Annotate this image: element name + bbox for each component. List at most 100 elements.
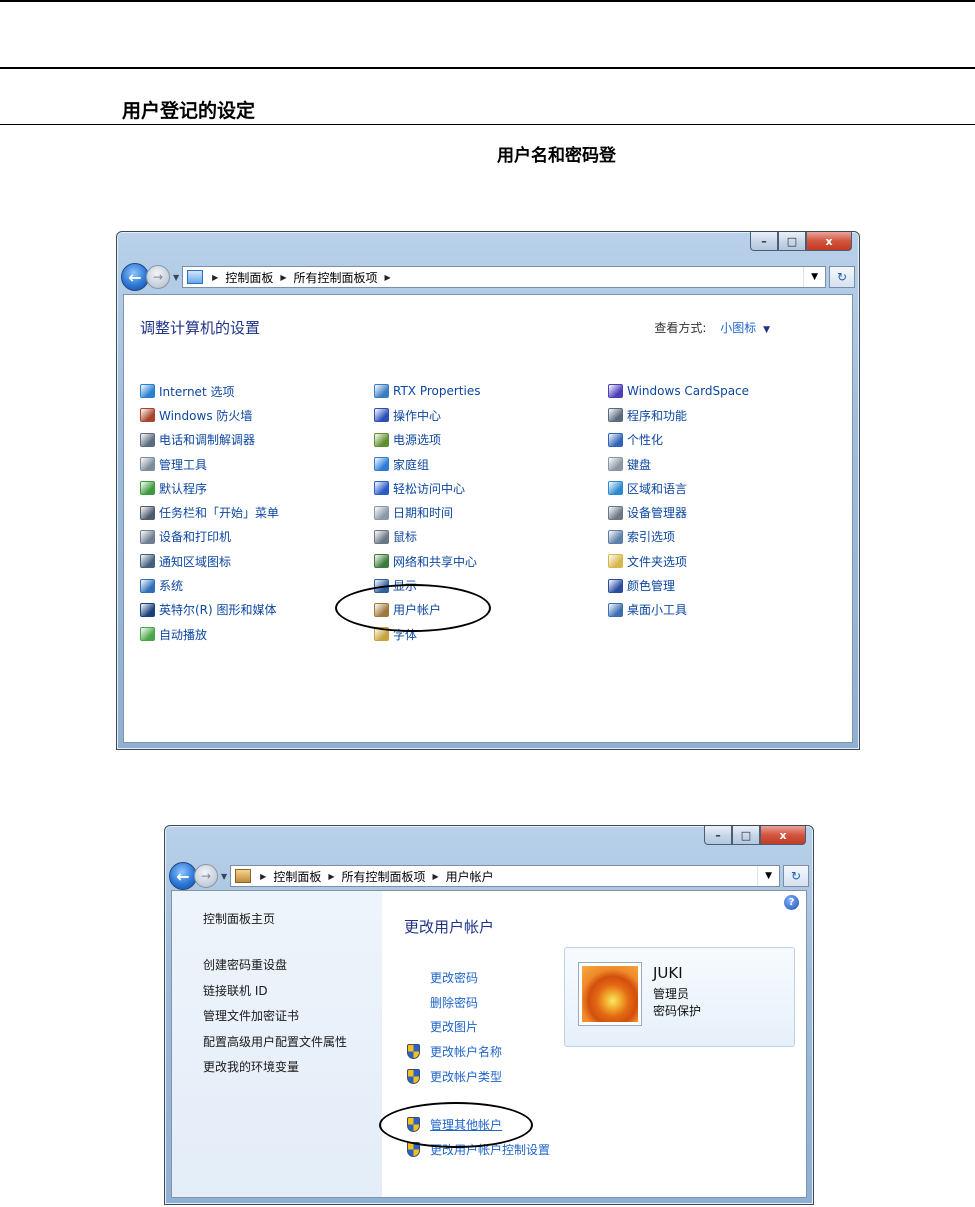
- breadcrumb-control-panel[interactable]: 控制面板: [225, 269, 273, 286]
- change-password-link[interactable]: 更改密码: [407, 965, 550, 990]
- control-panel-item[interactable]: 显示: [374, 573, 604, 597]
- control-panel-item[interactable]: 网络和共享中心: [374, 549, 604, 573]
- forward-button[interactable]: →: [194, 864, 218, 888]
- control-panel-item[interactable]: 区域和语言: [608, 476, 838, 500]
- control-panel-item[interactable]: RTX Properties: [374, 379, 604, 403]
- change-account-type-link[interactable]: 更改帐户类型: [407, 1064, 550, 1089]
- control-panel-item[interactable]: 轻松访问中心: [374, 476, 604, 500]
- breadcrumb-user-accounts[interactable]: 用户帐户: [446, 868, 494, 885]
- section-title: 用户登记的设定: [122, 100, 256, 122]
- control-panel-item[interactable]: 设备和打印机: [140, 525, 370, 549]
- breadcrumb-separator-icon[interactable]: ▶: [280, 273, 286, 282]
- breadcrumb-separator-icon[interactable]: ▶: [212, 273, 218, 282]
- control-panel-item[interactable]: 设备管理器: [608, 500, 838, 524]
- gadgets-icon: [608, 602, 623, 617]
- manage-other-accounts-link[interactable]: 管理其他帐户: [407, 1112, 550, 1137]
- control-panel-item[interactable]: 鼠标: [374, 525, 604, 549]
- control-panel-item-label: 轻松访问中心: [393, 481, 466, 496]
- control-panel-item[interactable]: 管理工具: [140, 452, 370, 476]
- control-panel-home-link[interactable]: 控制面板主页: [203, 910, 275, 927]
- breadcrumb-separator-icon[interactable]: ▶: [433, 872, 439, 881]
- caption-buttons: – □ x: [704, 826, 806, 845]
- remove-password-link[interactable]: 删除密码: [407, 990, 550, 1015]
- view-by: 查看方式: 小图标 ▼: [654, 319, 770, 336]
- control-panel-item[interactable]: 字体: [374, 622, 604, 646]
- taskbar-icon: [140, 505, 155, 520]
- back-arrow-icon: ←: [176, 866, 190, 886]
- control-panel-item[interactable]: 默认程序: [140, 476, 370, 500]
- minimize-button[interactable]: –: [750, 232, 778, 251]
- change-account-name-link[interactable]: 更改帐户名称: [407, 1039, 550, 1064]
- address-dropdown-icon[interactable]: ▼: [757, 866, 779, 886]
- recent-pages-dropdown-icon[interactable]: ▼: [173, 273, 179, 282]
- breadcrumb-separator-icon[interactable]: ▶: [385, 273, 391, 282]
- control-panel-window: – □ x ← → ▼ ▶ 控制面板 ▶ 所有控制面板项 ▶ ▼ ↻ 调整计算机…: [116, 231, 860, 750]
- control-panel-item-label: 文件夹选项: [627, 554, 688, 569]
- back-button[interactable]: ←: [169, 862, 197, 890]
- address-dropdown-icon[interactable]: ▼: [803, 267, 825, 287]
- maximize-button[interactable]: □: [732, 826, 760, 845]
- control-panel-item[interactable]: 索引选项: [608, 525, 838, 549]
- uac-settings-link[interactable]: 更改用户帐户控制设置: [407, 1137, 550, 1162]
- user-card[interactable]: JUKI 管理员 密码保护: [564, 947, 795, 1047]
- control-panel-item[interactable]: Windows 防火墙: [140, 403, 370, 427]
- minimize-button[interactable]: –: [704, 826, 732, 845]
- control-panel-item[interactable]: 键盘: [608, 452, 838, 476]
- control-panel-item[interactable]: 任务栏和「开始」菜单: [140, 500, 370, 524]
- control-panel-item[interactable]: 文件夹选项: [608, 549, 838, 573]
- control-panel-item[interactable]: 英特尔(R) 图形和媒体: [140, 598, 370, 622]
- close-button[interactable]: x: [806, 232, 852, 251]
- view-by-dropdown-icon[interactable]: ▼: [763, 325, 770, 335]
- header-rule-bottom: [0, 67, 975, 69]
- control-panel-item[interactable]: 个性化: [608, 428, 838, 452]
- create-reset-disk-link[interactable]: 创建密码重设盘: [203, 956, 347, 982]
- refresh-button[interactable]: ↻: [829, 266, 855, 288]
- forward-button[interactable]: →: [146, 265, 170, 289]
- help-icon[interactable]: ?: [784, 895, 799, 910]
- control-panel-item[interactable]: 自动播放: [140, 622, 370, 646]
- advanced-profile-link[interactable]: 配置高级用户配置文件属性: [203, 1033, 347, 1059]
- back-button[interactable]: ←: [121, 263, 149, 291]
- control-panel-item[interactable]: Internet 选项: [140, 379, 370, 403]
- manage-certificates-link[interactable]: 管理文件加密证书: [203, 1007, 347, 1033]
- breadcrumb-control-panel[interactable]: 控制面板: [273, 868, 321, 885]
- refresh-button[interactable]: ↻: [783, 865, 809, 887]
- close-button[interactable]: x: [760, 826, 806, 845]
- address-bar[interactable]: ▶ 控制面板 ▶ 所有控制面板项 ▶ ▼: [182, 266, 826, 288]
- environment-variables-link[interactable]: 更改我的环境变量: [203, 1058, 347, 1084]
- recent-pages-dropdown-icon[interactable]: ▼: [221, 872, 227, 881]
- control-panel-item-label: 电话和调制解调器: [159, 433, 256, 448]
- refresh-icon: ↻: [836, 270, 848, 284]
- ease-of-access-icon: [374, 481, 389, 496]
- breadcrumb-all-items[interactable]: 所有控制面板项: [293, 269, 377, 286]
- control-panel-item[interactable]: 家庭组: [374, 452, 604, 476]
- link-online-id-link[interactable]: 链接联机 ID: [203, 982, 347, 1008]
- breadcrumb-all-items[interactable]: 所有控制面板项: [341, 868, 425, 885]
- maximize-button[interactable]: □: [778, 232, 806, 251]
- uac-shield-icon: [407, 1044, 420, 1060]
- control-panel-item[interactable]: 通知区域图标: [140, 549, 370, 573]
- breadcrumb-separator-icon[interactable]: ▶: [328, 872, 334, 881]
- keyboard-icon: [608, 457, 623, 472]
- globe-icon: [140, 384, 155, 399]
- control-panel-item[interactable]: 颜色管理: [608, 573, 838, 597]
- control-panel-item[interactable]: 日期和时间: [374, 500, 604, 524]
- password-status: 密码保护: [653, 1004, 702, 1018]
- control-panel-item[interactable]: 电话和调制解调器: [140, 428, 370, 452]
- control-panel-item[interactable]: 操作中心: [374, 403, 604, 427]
- control-panel-item[interactable]: 程序和功能: [608, 403, 838, 427]
- control-panel-item[interactable]: Windows CardSpace: [608, 379, 838, 403]
- control-panel-item[interactable]: 电源选项: [374, 428, 604, 452]
- default-programs-icon: [140, 481, 155, 496]
- control-panel-item[interactable]: 用户帐户: [374, 598, 604, 622]
- control-panel-item[interactable]: 桌面小工具: [608, 598, 838, 622]
- control-panel-item[interactable]: 系统: [140, 573, 370, 597]
- breadcrumb-separator-icon[interactable]: ▶: [260, 872, 266, 881]
- refresh-icon: ↻: [790, 869, 802, 883]
- indexing-icon: [608, 529, 623, 544]
- control-panel-item-label: 系统: [159, 579, 184, 594]
- address-bar[interactable]: ▶ 控制面板 ▶ 所有控制面板项 ▶ 用户帐户 ▼: [230, 865, 780, 887]
- view-by-dropdown[interactable]: 小图标: [720, 321, 756, 335]
- control-panel-item-label: 桌面小工具: [627, 603, 688, 618]
- change-picture-link[interactable]: 更改图片: [407, 1015, 550, 1040]
